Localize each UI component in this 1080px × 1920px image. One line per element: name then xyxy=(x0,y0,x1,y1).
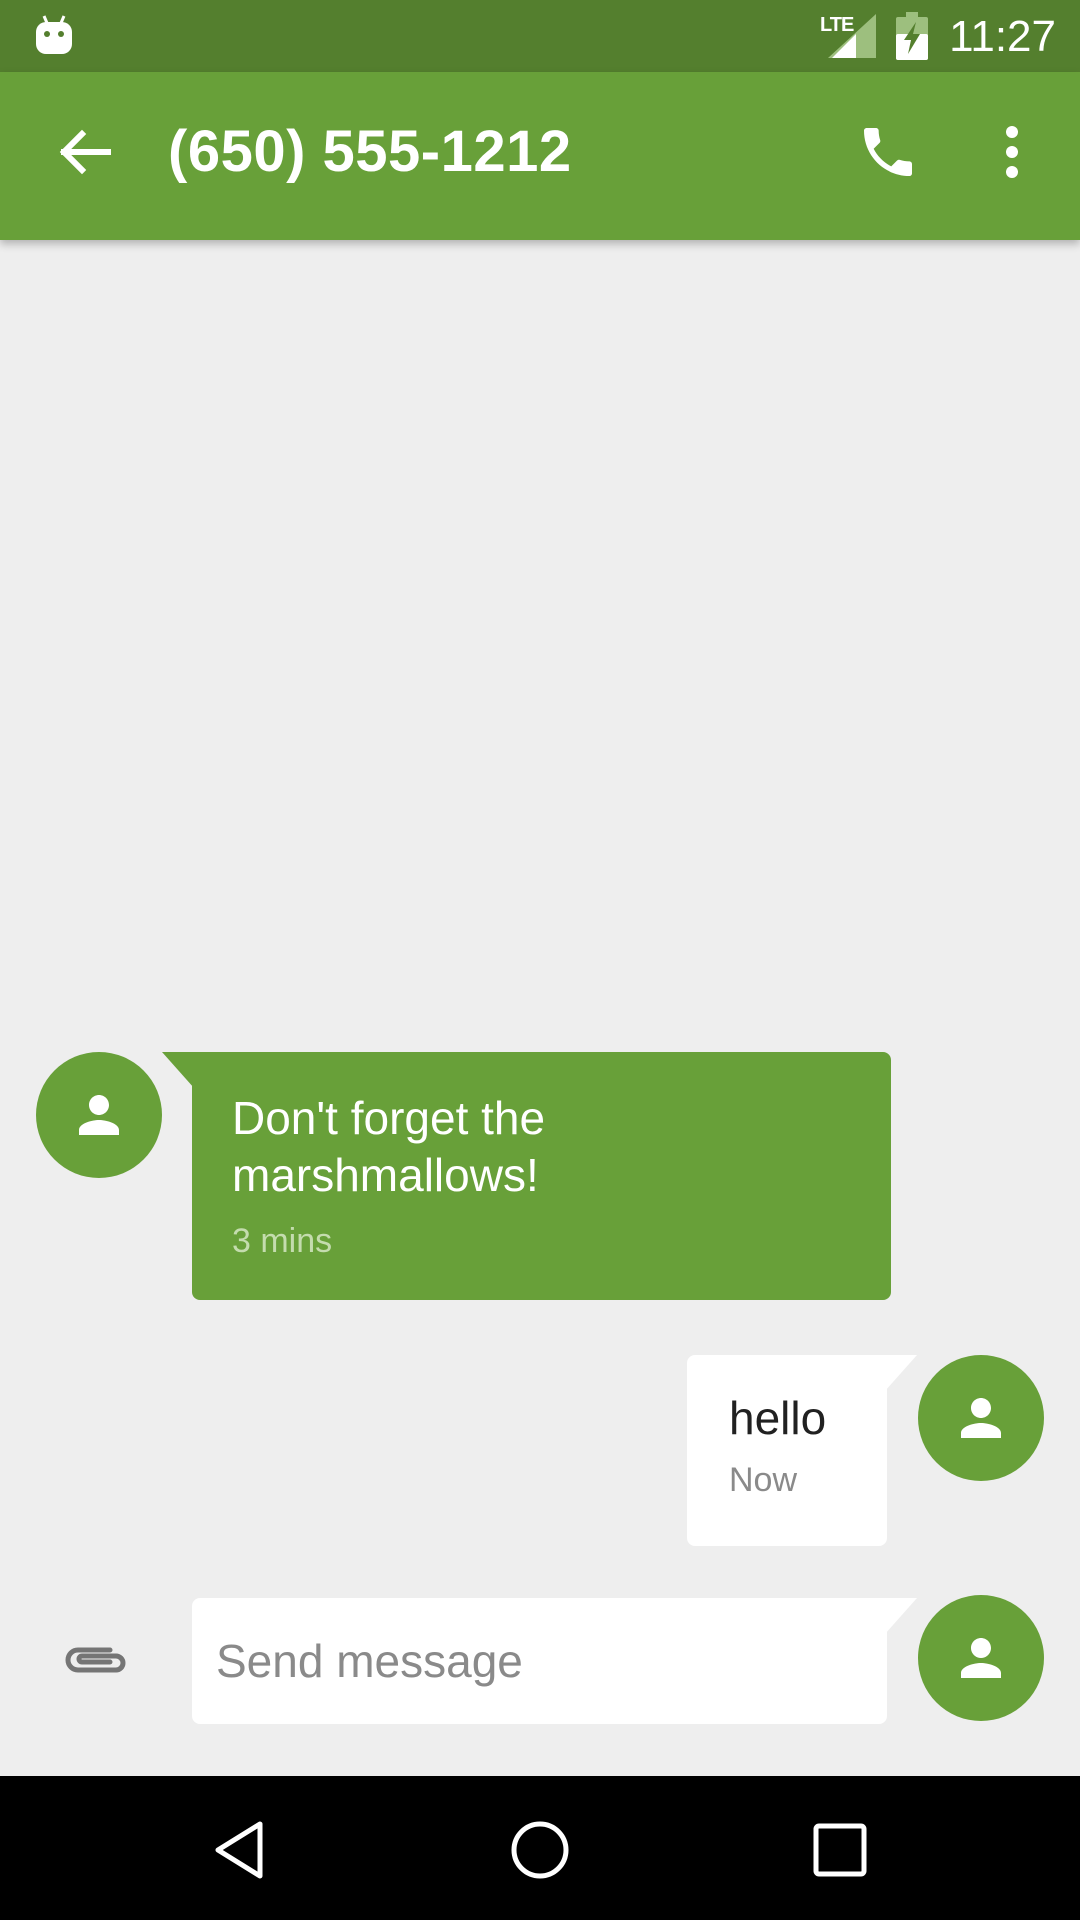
signal-icon xyxy=(828,14,876,58)
message-text: hello xyxy=(729,1392,827,1444)
nav-recents-icon[interactable] xyxy=(808,1818,872,1882)
attach-icon[interactable] xyxy=(60,1638,130,1682)
app-bar: (650) 555-1212 xyxy=(0,72,1080,240)
message-timestamp: Now xyxy=(729,1461,798,1499)
battery-charging-icon xyxy=(896,12,928,60)
send-as-avatar[interactable] xyxy=(918,1595,1044,1721)
back-arrow-icon[interactable] xyxy=(56,124,112,180)
status-bar: LTE 11:27 xyxy=(0,0,1080,72)
person-icon xyxy=(79,1095,119,1135)
phone-call-icon[interactable] xyxy=(856,120,920,184)
person-icon xyxy=(961,1398,1001,1438)
more-vert-icon[interactable] xyxy=(996,124,1028,180)
system-nav-bar xyxy=(0,1776,1080,1920)
nav-home-icon[interactable] xyxy=(508,1818,572,1882)
message-input[interactable] xyxy=(192,1598,887,1724)
contact-avatar[interactable] xyxy=(36,1052,162,1178)
compose-bubble-tail xyxy=(885,1598,917,1634)
nav-back-icon[interactable] xyxy=(208,1818,272,1882)
message-text: Don't forget the marshmallows! xyxy=(232,1092,546,1201)
person-icon xyxy=(961,1638,1001,1678)
incoming-bubble-tail xyxy=(162,1052,194,1088)
android-notification-icon xyxy=(36,15,72,54)
message-timestamp: 3 mins xyxy=(232,1222,333,1260)
outgoing-message-bubble[interactable]: hello Now xyxy=(687,1355,887,1546)
self-avatar[interactable] xyxy=(918,1355,1044,1481)
status-clock: 11:27 xyxy=(949,12,1056,61)
outgoing-bubble-tail xyxy=(885,1355,917,1391)
incoming-message-bubble[interactable]: Don't forget the marshmallows! 3 mins xyxy=(192,1052,891,1300)
conversation-title: (650) 555-1212 xyxy=(168,119,572,184)
